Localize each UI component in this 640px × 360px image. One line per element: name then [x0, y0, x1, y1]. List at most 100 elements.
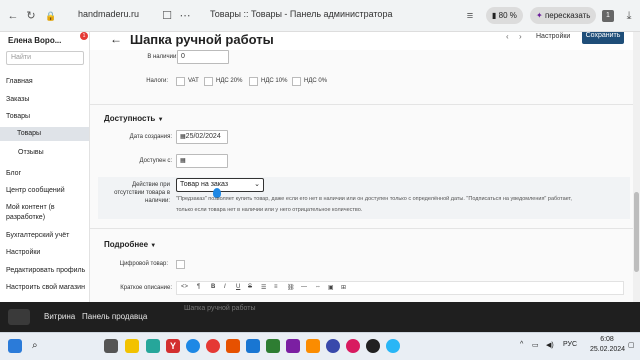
- numbered-list-icon[interactable]: ≡: [274, 284, 278, 290]
- tax-vat-checkbox[interactable]: [176, 77, 185, 86]
- downloads-count[interactable]: 1: [602, 10, 614, 22]
- digital-product-checkbox[interactable]: [176, 260, 185, 269]
- hotspot-icon[interactable]: [146, 339, 160, 353]
- sidebar-item-blog[interactable]: Блог: [6, 170, 21, 177]
- sidebar-item-home[interactable]: Главная: [6, 78, 33, 85]
- folder-icon[interactable]: [125, 339, 139, 353]
- user-name[interactable]: Елена Воро...: [8, 36, 61, 45]
- embed-icon[interactable]: ⊞: [341, 284, 346, 291]
- yandex-icon[interactable]: Y: [166, 339, 180, 353]
- chevron-right-icon[interactable]: ›: [519, 32, 522, 41]
- app5-icon[interactable]: [346, 339, 360, 353]
- app2-icon[interactable]: [286, 339, 300, 353]
- refresh-icon[interactable]: ↻: [24, 9, 38, 23]
- calendar-icon: ▦: [180, 158, 186, 164]
- app-icon[interactable]: [226, 339, 240, 353]
- action-hint-line-2: только если товара нет в наличии или у н…: [176, 207, 363, 213]
- menu-icon[interactable]: ≡: [463, 9, 477, 23]
- app6-icon[interactable]: [366, 339, 380, 353]
- telegram-icon[interactable]: [386, 339, 400, 353]
- created-date-input[interactable]: ▦25/02/2024: [176, 130, 228, 144]
- search-icon[interactable]: ⌕: [32, 339, 46, 353]
- digital-product-label: Цифровой товар:: [119, 261, 168, 267]
- in-stock-input[interactable]: 0: [177, 50, 229, 64]
- chrome-icon[interactable]: [206, 339, 220, 353]
- notification-badge[interactable]: 1: [80, 32, 88, 40]
- clock-date[interactable]: 25.02.2024: [590, 346, 625, 353]
- back-arrow-icon[interactable]: ←: [110, 32, 122, 46]
- windows-start-icon[interactable]: [8, 339, 22, 353]
- action-label-1: Действие при: [132, 182, 170, 188]
- tax-20-checkbox[interactable]: [204, 77, 213, 86]
- details-heading[interactable]: Подробнее ▼: [104, 240, 156, 249]
- chevron-up-icon[interactable]: ^: [520, 341, 523, 348]
- available-from-label: Доступен с:: [139, 158, 172, 164]
- italic-icon[interactable]: I: [224, 284, 226, 290]
- underline-icon[interactable]: U: [236, 284, 240, 290]
- chevron-left-icon[interactable]: ‹: [506, 32, 509, 41]
- sidebar-item-products[interactable]: Товары: [6, 113, 30, 120]
- bullet-list-icon[interactable]: ☰: [261, 284, 266, 291]
- volume-icon[interactable]: ◀): [546, 341, 554, 349]
- download-icon[interactable]: ⤓: [622, 9, 636, 23]
- address-bar[interactable]: handmaderu.ru: [78, 9, 139, 19]
- bold-icon[interactable]: B: [211, 284, 215, 290]
- availability-heading[interactable]: Доступность ▼: [104, 114, 164, 123]
- sidebar-search-input[interactable]: Найти: [6, 51, 84, 65]
- strike-icon[interactable]: S: [248, 284, 252, 290]
- retell-button[interactable]: ✦ пересказать: [530, 7, 597, 24]
- sidebar-item-products-sub[interactable]: Товары: [0, 127, 89, 141]
- tax-10-checkbox[interactable]: [249, 77, 258, 86]
- app4-icon[interactable]: [326, 339, 340, 353]
- tax-vat-label: VAT: [188, 78, 199, 84]
- paragraph-icon[interactable]: ¶: [197, 284, 200, 290]
- task-view-icon[interactable]: [104, 339, 118, 353]
- app3-icon[interactable]: [306, 339, 320, 353]
- sidebar: Елена Воро... 1 Найти Главная Заказы Тов…: [0, 32, 90, 302]
- image-icon[interactable]: ▣: [328, 284, 334, 291]
- lock-icon[interactable]: [8, 309, 30, 325]
- clock-time[interactable]: 6:08: [590, 336, 624, 343]
- sidebar-item-shop-setup[interactable]: Настроить свой магазин: [6, 284, 85, 291]
- battery-icon[interactable]: ▭: [532, 341, 539, 349]
- edge-icon[interactable]: [186, 339, 200, 353]
- sidebar-item-reviews[interactable]: Отзывы: [18, 149, 44, 156]
- seller-panel-link[interactable]: Панель продавца: [82, 312, 147, 321]
- taxes-label: Налоги:: [146, 78, 168, 84]
- action-label-3: наличии:: [145, 198, 170, 204]
- settings-button[interactable]: Настройки: [536, 33, 570, 40]
- bookmark-icon[interactable]: ☐: [160, 9, 174, 23]
- lock-icon[interactable]: 🔒: [44, 9, 58, 23]
- availability-title: Доступность: [104, 114, 156, 123]
- taskbar: ⌕ Y ^ ▭ ◀) РУС 6:08 25.02.2024 ▢: [0, 332, 640, 360]
- page-title: Шапка ручной работы: [130, 32, 274, 47]
- sidebar-item-settings[interactable]: Настройки: [6, 249, 40, 256]
- available-from-input[interactable]: ▦: [176, 154, 228, 168]
- save-button[interactable]: Сохранить: [582, 32, 624, 44]
- align-icon[interactable]: ⇔: [315, 284, 321, 290]
- excel-icon[interactable]: [266, 339, 280, 353]
- back-arrow-icon[interactable]: ←: [6, 9, 20, 23]
- main-panel: ← Шапка ручной работы ‹ › Настройки Сохр…: [90, 32, 633, 302]
- divider: [90, 104, 633, 105]
- action-hint-line-1: "Предзаказ" позволяет купить товар, даже…: [176, 196, 572, 202]
- link-icon[interactable]: ⛓: [287, 284, 295, 291]
- caret-down-icon: ▼: [150, 243, 157, 249]
- sidebar-item-content-2[interactable]: разработке): [6, 214, 45, 221]
- storefront-link[interactable]: Витрина: [44, 312, 75, 321]
- horizontal-rule-icon[interactable]: —: [301, 284, 307, 290]
- sidebar-item-edit-profile[interactable]: Редактировать профиль: [6, 267, 85, 274]
- page-scrollbar[interactable]: [633, 32, 640, 302]
- notification-icon[interactable]: ▢: [628, 341, 635, 349]
- battery-pill[interactable]: ▮ 80 %: [486, 7, 523, 24]
- language-indicator[interactable]: РУС: [563, 341, 577, 348]
- tax-0-checkbox[interactable]: [292, 77, 301, 86]
- sidebar-item-accounting[interactable]: Бухгалтерский учёт: [6, 232, 69, 239]
- sidebar-item-orders[interactable]: Заказы: [6, 96, 29, 103]
- code-icon[interactable]: <>: [181, 284, 188, 290]
- word-icon[interactable]: [246, 339, 260, 353]
- scrollbar-thumb[interactable]: [634, 192, 639, 272]
- share-icon[interactable]: ⋯: [178, 9, 192, 23]
- sidebar-item-messages[interactable]: Центр сообщений: [6, 187, 65, 194]
- sidebar-item-content-1[interactable]: Мой контент (в: [6, 204, 55, 211]
